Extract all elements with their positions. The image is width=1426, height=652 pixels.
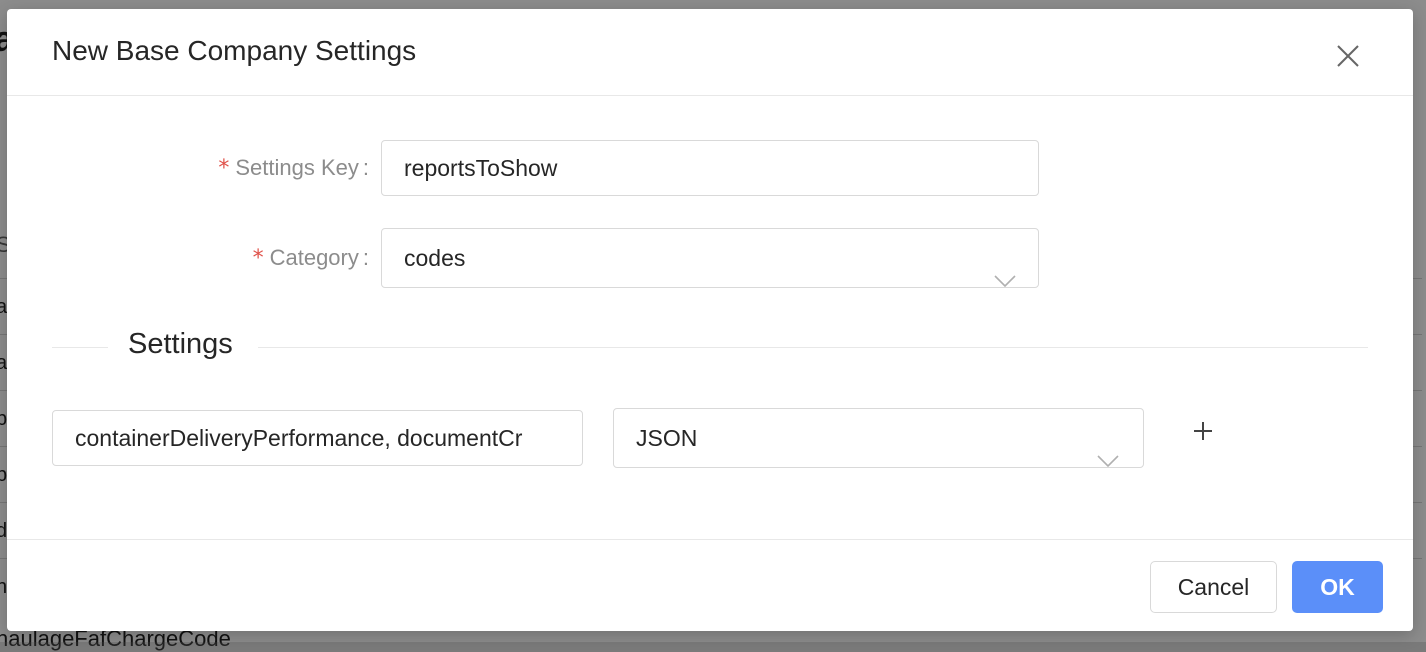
settings-key-label: * Settings Key: [218, 155, 369, 181]
section-divider-right [258, 347, 1368, 348]
plus-icon[interactable] [1192, 420, 1214, 442]
modal-footer: Cancel OK [7, 539, 1413, 632]
close-button[interactable] [1336, 44, 1370, 78]
setting-value-input[interactable]: containerDeliveryPerformance, documentCr [52, 410, 583, 466]
new-base-company-settings-modal: New Base Company Settings * Settings Key:… [7, 9, 1413, 631]
setting-type-select[interactable]: JSON [613, 408, 1144, 468]
section-divider-left [52, 347, 108, 348]
category-select[interactable]: codes [381, 228, 1039, 288]
setting-type-value: JSON [636, 425, 698, 451]
required-mark: * [252, 246, 264, 271]
settings-section-title: Settings [128, 328, 233, 360]
modal-title: New Base Company Settings [52, 35, 417, 66]
ok-button[interactable]: OK [1292, 561, 1383, 613]
category-label: * Category: [252, 245, 369, 271]
settings-key-value: reportsToShow [404, 155, 558, 181]
setting-value-text: containerDeliveryPerformance, documentCr [75, 425, 523, 451]
category-value: codes [404, 245, 466, 271]
required-mark: * [218, 156, 230, 181]
chevron-down-icon [994, 251, 1016, 287]
cancel-button[interactable]: Cancel [1150, 561, 1277, 613]
close-icon [1336, 44, 1370, 68]
chevron-down-icon [1097, 431, 1119, 467]
modal-header: New Base Company Settings [7, 9, 1413, 96]
settings-key-input[interactable]: reportsToShow [381, 140, 1039, 196]
